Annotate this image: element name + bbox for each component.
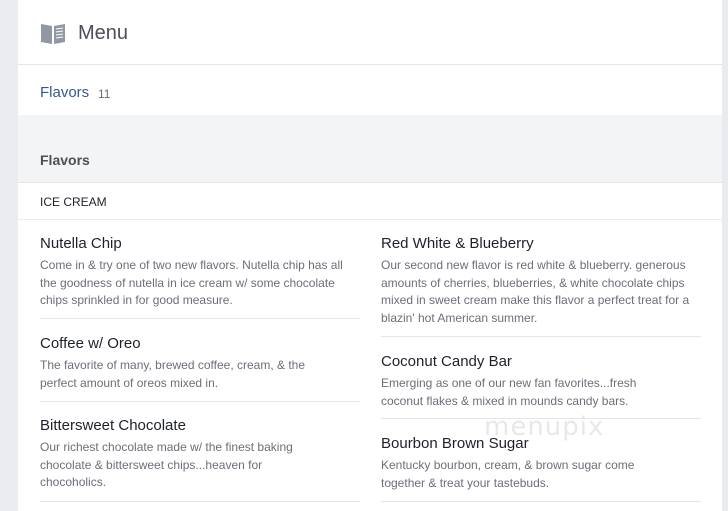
menu-header: Menu bbox=[18, 0, 722, 65]
menu-item-description: Kentucky bourbon, cream, & brown sugar c… bbox=[381, 458, 635, 490]
menu-item-description: Come in & try one of two new flavors. Nu… bbox=[40, 258, 343, 307]
menu-item-description: Our second new flavor is red white & blu… bbox=[381, 258, 690, 325]
menu-item-coconut-candy-bar: Coconut Candy Bar Emerging as one of our… bbox=[381, 353, 701, 419]
menu-item-name: Coffee w/ Oreo bbox=[40, 335, 141, 352]
menu-item-name: Nutella Chip bbox=[40, 235, 122, 252]
tab-flavors[interactable]: Flavors bbox=[40, 84, 89, 102]
menu-item-description: Emerging as one of our new fan favorites… bbox=[381, 376, 637, 408]
tab-flavors-count: 11 bbox=[98, 87, 111, 101]
menu-item-coffee-oreo: Coffee w/ Oreo The favorite of many, bre… bbox=[40, 335, 360, 402]
page-title: Menu bbox=[78, 22, 129, 44]
section-title: Flavors bbox=[40, 152, 90, 168]
menu-item-red-white-blueberry: Red White & Blueberry Our second new fla… bbox=[381, 235, 701, 337]
menu-item-name: Coconut Candy Bar bbox=[381, 353, 512, 370]
menu-item-nutella-chip: Nutella Chip Come in & try one of two ne… bbox=[40, 235, 360, 319]
menu-item-name: Red White & Blueberry bbox=[381, 235, 534, 252]
category-label: ICE CREAM bbox=[40, 195, 107, 209]
section-header: Flavors bbox=[18, 137, 722, 183]
category-header: ICE CREAM bbox=[18, 183, 722, 220]
book-icon bbox=[40, 21, 66, 45]
menu-item-description: Our richest chocolate made w/ the finest… bbox=[40, 440, 293, 489]
menu-item-bourbon-brown-sugar: Bourbon Brown Sugar Kentucky bourbon, cr… bbox=[381, 435, 701, 502]
watermark: menupix bbox=[484, 412, 605, 442]
menu-item-name: Bittersweet Chocolate bbox=[40, 417, 186, 434]
menu-item-bittersweet-chocolate: Bittersweet Chocolate Our richest chocol… bbox=[40, 417, 360, 502]
menu-card: Menu Flavors 11 Flavors ICE CREAM Nutell… bbox=[18, 0, 722, 511]
menu-item-description: The favorite of many, brewed coffee, cre… bbox=[40, 358, 306, 390]
section-divider bbox=[18, 115, 722, 137]
menu-tabs: Flavors 11 bbox=[18, 65, 722, 115]
